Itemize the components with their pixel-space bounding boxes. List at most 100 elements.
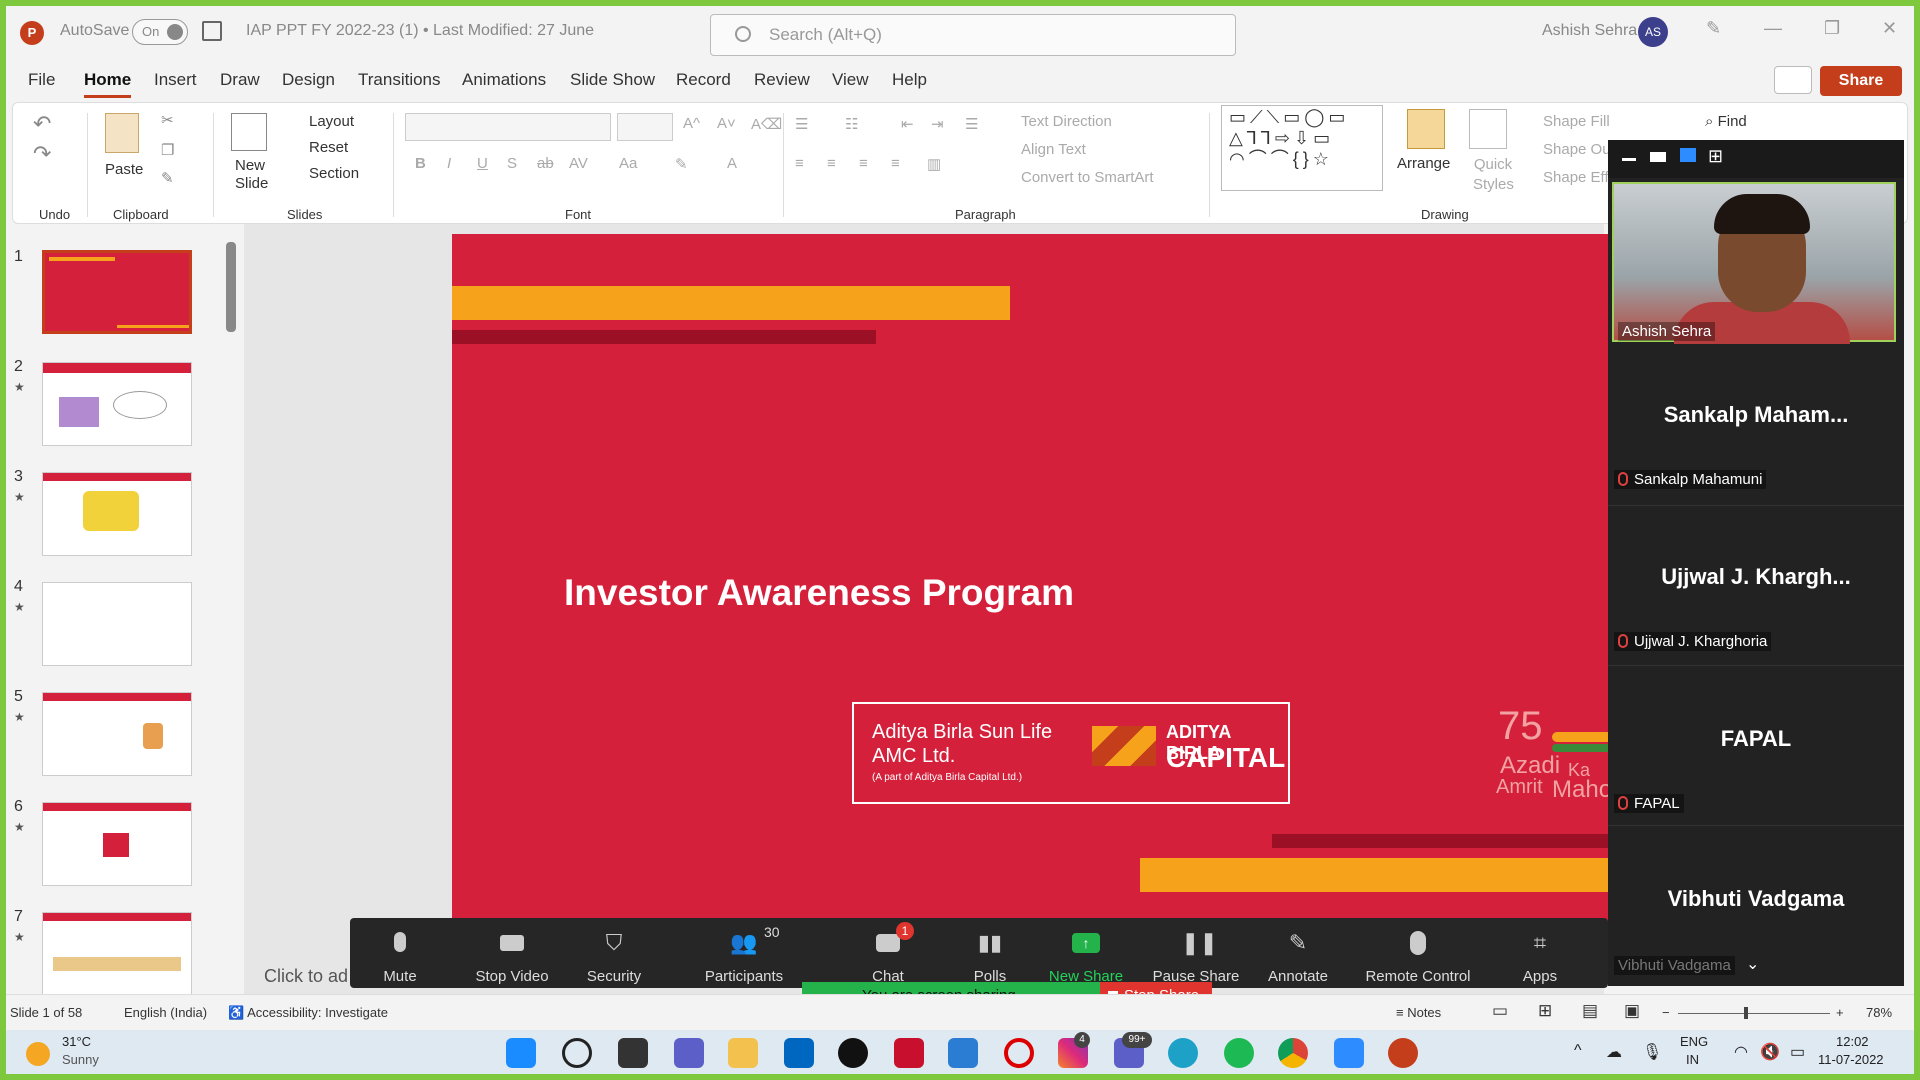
- bold-icon[interactable]: B: [415, 155, 426, 172]
- char-spacing-icon[interactable]: AV: [569, 155, 588, 172]
- pen-icon[interactable]: ✎: [1706, 18, 1721, 39]
- strip-view-icon[interactable]: [1680, 148, 1696, 162]
- convert-smartart-button[interactable]: Convert to SmartArt: [1021, 169, 1154, 186]
- clock-date[interactable]: 11-07-2022: [1818, 1052, 1884, 1067]
- font-color-icon[interactable]: A: [727, 155, 737, 172]
- quick-styles-icon[interactable]: [1469, 109, 1507, 149]
- teams-chat-icon[interactable]: [674, 1038, 704, 1068]
- menu-slide-show[interactable]: Slide Show: [570, 70, 655, 90]
- menu-animations[interactable]: Animations: [462, 70, 546, 90]
- menu-insert[interactable]: Insert: [154, 70, 197, 90]
- menu-file[interactable]: File: [28, 70, 55, 90]
- battery-icon[interactable]: ▭: [1790, 1042, 1805, 1062]
- italic-icon[interactable]: I: [447, 155, 451, 172]
- volume-muted-icon[interactable]: 🔇: [1760, 1042, 1780, 1062]
- menu-record[interactable]: Record: [676, 70, 731, 90]
- annotate-button[interactable]: Annotate: [1238, 968, 1358, 985]
- clear-format-icon[interactable]: A⌫: [751, 115, 782, 133]
- decrease-font-icon[interactable]: A˅: [717, 115, 736, 132]
- font-size-select[interactable]: [617, 113, 673, 141]
- microphone-icon[interactable]: [385, 930, 415, 956]
- spotify-icon[interactable]: [1224, 1038, 1254, 1068]
- language-in[interactable]: IN: [1686, 1052, 1699, 1067]
- accessibility-status[interactable]: ♿ Accessibility: Investigate: [228, 1005, 388, 1021]
- share-button[interactable]: Share: [1820, 66, 1902, 96]
- annotate-pencil-icon[interactable]: ✎: [1283, 930, 1313, 956]
- numbering-icon[interactable]: ☷: [845, 115, 858, 133]
- align-left-icon[interactable]: ≡: [795, 155, 804, 172]
- find-button[interactable]: ⌕ Find: [1705, 113, 1747, 130]
- task-view-icon[interactable]: [618, 1038, 648, 1068]
- wifi-icon[interactable]: ◠: [1734, 1042, 1748, 1062]
- restore-button[interactable]: ❐: [1824, 18, 1840, 39]
- menu-review[interactable]: Review: [754, 70, 810, 90]
- undo-icon[interactable]: ↶: [33, 111, 51, 137]
- line-spacing-icon[interactable]: ☰: [965, 115, 978, 133]
- comments-button[interactable]: [1774, 66, 1812, 94]
- shadow-icon[interactable]: S: [507, 155, 517, 172]
- thumbnails-scrollbar[interactable]: [226, 242, 236, 332]
- menu-view[interactable]: View: [832, 70, 869, 90]
- onedrive-icon[interactable]: ☁: [1606, 1042, 1622, 1062]
- decrease-indent-icon[interactable]: ⇤: [901, 115, 914, 133]
- zoom-in-icon[interactable]: +: [1836, 1005, 1844, 1020]
- increase-font-icon[interactable]: A^: [683, 115, 700, 132]
- mouse-icon[interactable]: [1403, 930, 1433, 956]
- slide-thumbnail-4[interactable]: [42, 582, 192, 666]
- menu-transitions[interactable]: Transitions: [358, 70, 441, 90]
- participant-tile[interactable]: Sankalp Maham... Sankalp Mahamuni: [1608, 346, 1904, 506]
- shape-outline-button[interactable]: Shape Out: [1543, 141, 1615, 158]
- text-direction-button[interactable]: Text Direction: [1021, 113, 1112, 130]
- language-indicator[interactable]: English (India): [124, 1005, 207, 1020]
- format-painter-icon[interactable]: ✎: [161, 169, 174, 187]
- opera-icon[interactable]: [1004, 1038, 1034, 1068]
- increase-indent-icon[interactable]: ⇥: [931, 115, 944, 133]
- slide-canvas[interactable]: Investor Awareness Program Aditya Birla …: [452, 234, 1612, 924]
- apps-icon[interactable]: ⌗: [1525, 930, 1555, 956]
- bullets-icon[interactable]: ☰: [795, 115, 808, 133]
- document-title[interactable]: IAP PPT FY 2022-23 (1) • Last Modified: …: [246, 22, 594, 40]
- menu-design[interactable]: Design: [282, 70, 335, 90]
- clock-time[interactable]: 12:02: [1836, 1034, 1869, 1049]
- weather-temp[interactable]: 31°C: [62, 1034, 91, 1049]
- zoom-slider[interactable]: [1678, 1013, 1830, 1014]
- close-button[interactable]: ✕: [1882, 18, 1897, 39]
- reading-view-icon[interactable]: ▤: [1582, 1001, 1598, 1021]
- arrange-icon[interactable]: [1407, 109, 1445, 149]
- section-button[interactable]: Section: [309, 165, 359, 182]
- participants-button[interactable]: Participants: [684, 968, 804, 985]
- slide-thumbnail-1[interactable]: [42, 250, 192, 334]
- zoom-slider-thumb[interactable]: [1744, 1007, 1748, 1019]
- participant-tile[interactable]: Vibhuti Vadgama Vibhuti Vadgama ⌄: [1608, 826, 1904, 986]
- slide-sorter-icon[interactable]: ⊞: [1538, 1001, 1552, 1021]
- align-center-icon[interactable]: ≡: [827, 155, 836, 172]
- speaker-view-icon[interactable]: [1650, 152, 1666, 162]
- chrome-icon[interactable]: [1278, 1038, 1308, 1068]
- dell-icon[interactable]: [838, 1038, 868, 1068]
- participant-tile[interactable]: FAPAL FAPAL: [1608, 666, 1904, 826]
- justify-icon[interactable]: ≡: [891, 155, 900, 172]
- change-case-icon[interactable]: Aa: [619, 155, 637, 172]
- redo-icon[interactable]: ↷: [33, 141, 51, 167]
- edge-icon[interactable]: [1168, 1038, 1198, 1068]
- participant-tile[interactable]: Ujjwal J. Khargh... Ujjwal J. Kharghoria: [1608, 506, 1904, 666]
- align-text-button[interactable]: Align Text: [1021, 141, 1086, 158]
- apps-button[interactable]: Apps: [1480, 968, 1600, 985]
- quick-styles-button[interactable]: Quick Styles: [1473, 155, 1514, 195]
- paste-icon[interactable]: [105, 113, 139, 153]
- powerpoint-taskbar-icon[interactable]: [1388, 1038, 1418, 1068]
- menu-home[interactable]: Home: [84, 70, 132, 98]
- video-camera-icon[interactable]: [497, 930, 527, 956]
- paste-button[interactable]: Paste: [105, 161, 143, 178]
- gallery-view-icon[interactable]: ⊞: [1708, 146, 1723, 167]
- share-up-icon[interactable]: ↑: [1071, 930, 1101, 956]
- pause-icon[interactable]: ❚❚: [1181, 930, 1218, 956]
- reset-button[interactable]: Reset: [309, 139, 348, 156]
- polls-icon[interactable]: ▮▮: [975, 930, 1005, 956]
- highlight-icon[interactable]: ✎: [675, 155, 688, 173]
- arrange-button[interactable]: Arrange: [1397, 155, 1450, 172]
- shape-effects-button[interactable]: Shape Effe: [1543, 169, 1617, 186]
- underline-icon[interactable]: U: [477, 155, 488, 172]
- user-name[interactable]: Ashish Sehra: [1542, 22, 1637, 40]
- autosave-toggle[interactable]: On: [132, 19, 188, 45]
